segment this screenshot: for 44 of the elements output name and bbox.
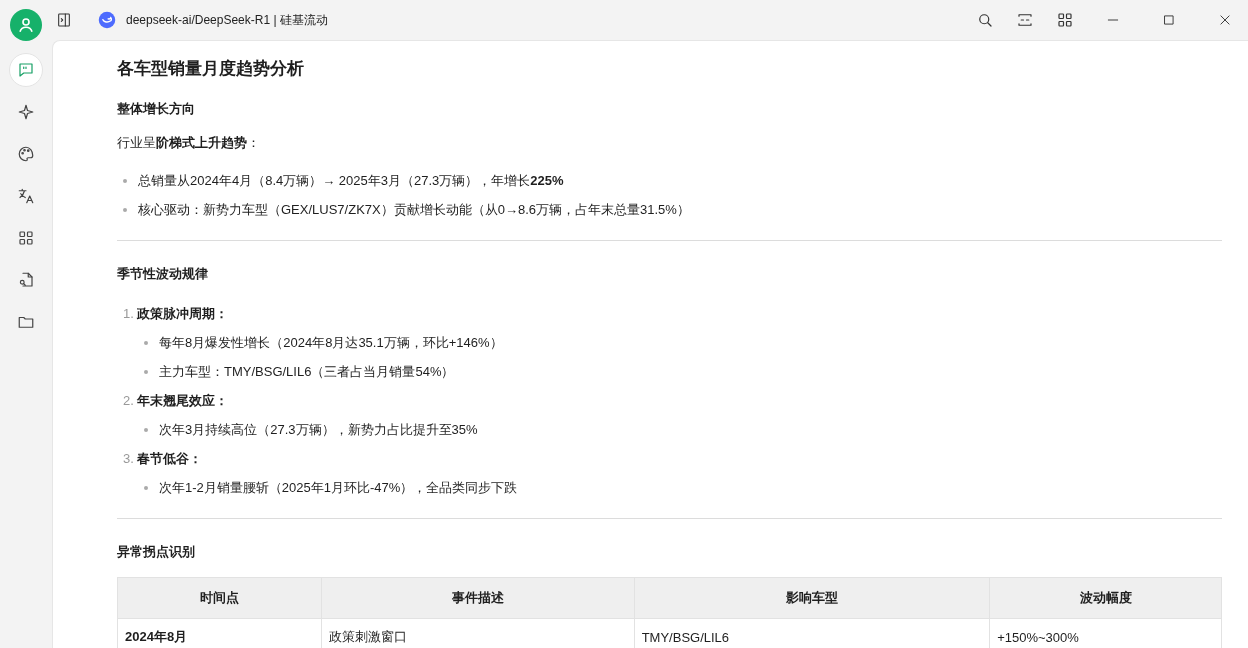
list-item-text: 次年1-2月销量腰斩（2025年1月环比-47%），全品类同步下跌 bbox=[159, 478, 518, 497]
paragraph: 行业呈阶梯式上升趋势： bbox=[117, 134, 261, 152]
list-number: 1. bbox=[123, 306, 134, 321]
close-icon bbox=[1218, 13, 1232, 27]
bullet-dot bbox=[123, 207, 127, 212]
sparkle-icon bbox=[17, 103, 35, 121]
table-header: 影响车型 bbox=[634, 577, 990, 619]
table-cell: 2024年8月 bbox=[117, 618, 322, 648]
list-item-heading: 年末翘尾效应： bbox=[136, 391, 228, 410]
user-icon bbox=[17, 16, 35, 34]
maximize-icon bbox=[1162, 13, 1176, 27]
table-header: 波动幅度 bbox=[989, 577, 1222, 619]
list-item-heading: 春节低谷： bbox=[136, 449, 202, 468]
list-item-text: 主力车型：TMY/BSG/LIL6（三者占当月销量54%） bbox=[159, 362, 455, 381]
grid-icon bbox=[17, 229, 35, 247]
bullet-dot bbox=[144, 369, 148, 374]
section-heading: 异常拐点识别 bbox=[117, 543, 196, 561]
section-heading: 季节性波动规律 bbox=[117, 265, 209, 283]
window-title: deepseek-ai/DeepSeek-R1 | 硅基流动 bbox=[126, 11, 328, 29]
bullet-dot bbox=[144, 427, 148, 432]
table-header: 时间点 bbox=[117, 577, 322, 619]
whale-logo-icon bbox=[98, 11, 116, 29]
list-item-text: 次年3月持续高位（27.3万辆），新势力占比提升至35% bbox=[159, 420, 478, 439]
list-item-heading: 政策脉冲周期： bbox=[136, 304, 228, 323]
bullet-dot bbox=[123, 178, 127, 183]
section-heading: 整体增长方向 bbox=[117, 100, 196, 118]
panel-icon bbox=[56, 12, 72, 28]
article-title: 各车型销量月度趋势分析 bbox=[117, 58, 305, 80]
list-number: 3. bbox=[123, 451, 134, 466]
table-header: 事件描述 bbox=[321, 577, 635, 619]
palette-icon bbox=[17, 145, 35, 163]
user-avatar[interactable] bbox=[10, 9, 42, 41]
search-icon bbox=[976, 11, 994, 29]
list-item-text: 每年8月爆发性增长（2024年8月达35.1万辆，环比+146%） bbox=[159, 333, 503, 352]
list-item-text: 核心驱动：新势力车型（GEX/LUS7/ZK7X）贡献增长动能（从0→8.6万辆，占年末总量31.5%） bbox=[138, 200, 690, 219]
chat-icon bbox=[17, 61, 35, 79]
bullet-dot bbox=[144, 485, 148, 490]
grid-icon bbox=[1056, 11, 1074, 29]
translate-icon bbox=[17, 187, 35, 205]
bullet-dot bbox=[144, 340, 148, 345]
scan-icon bbox=[1016, 11, 1034, 29]
list-number: 2. bbox=[123, 393, 134, 408]
document-search-icon bbox=[17, 271, 35, 289]
list-item-text: 总销量从2024年4月（8.4万辆）→ 2025年3月（27.3万辆），年增长225% bbox=[138, 171, 564, 190]
